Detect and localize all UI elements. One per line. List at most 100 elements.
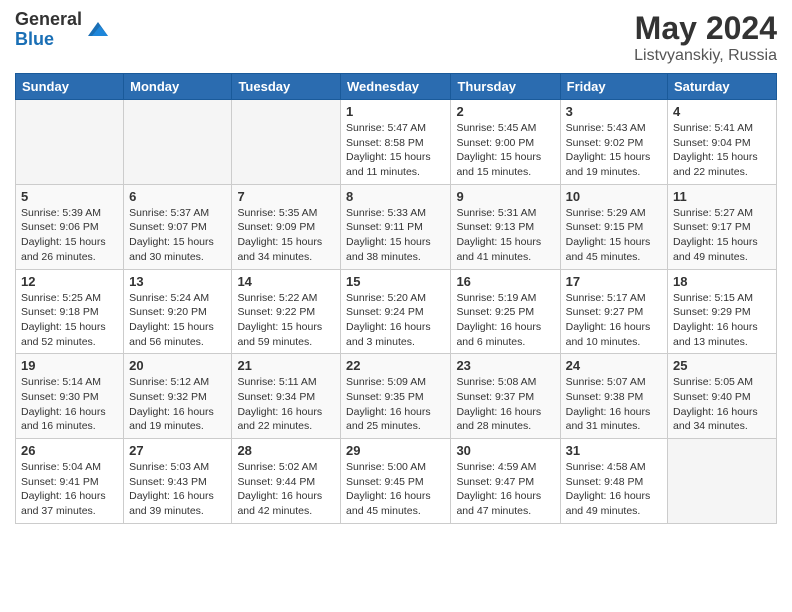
calendar-cell: 8Sunrise: 5:33 AM Sunset: 9:11 PM Daylig… <box>341 184 451 269</box>
day-number: 22 <box>346 358 445 373</box>
day-info: Sunrise: 5:20 AM Sunset: 9:24 PM Dayligh… <box>346 291 445 350</box>
calendar-cell: 17Sunrise: 5:17 AM Sunset: 9:27 PM Dayli… <box>560 269 667 354</box>
day-number: 25 <box>673 358 771 373</box>
calendar-cell: 27Sunrise: 5:03 AM Sunset: 9:43 PM Dayli… <box>124 439 232 524</box>
logo-icon <box>86 18 110 42</box>
day-info: Sunrise: 5:35 AM Sunset: 9:09 PM Dayligh… <box>237 206 335 265</box>
calendar-cell <box>668 439 777 524</box>
day-number: 16 <box>456 274 554 289</box>
calendar-cell: 24Sunrise: 5:07 AM Sunset: 9:38 PM Dayli… <box>560 354 667 439</box>
title-block: May 2024 Listvyanskiy, Russia <box>634 10 777 65</box>
day-info: Sunrise: 5:05 AM Sunset: 9:40 PM Dayligh… <box>673 375 771 434</box>
calendar-cell: 4Sunrise: 5:41 AM Sunset: 9:04 PM Daylig… <box>668 100 777 185</box>
calendar-cell: 18 Sunrise: 5:15 AM Sunset: 9:29 PM Dayli… <box>668 269 777 354</box>
day-number: 9 <box>456 189 554 204</box>
calendar-cell: 5 Sunrise: 5:39 AM Sunset: 9:06 PM Daylig… <box>16 184 124 269</box>
calendar-cell: 16 Sunrise: 5:19 AM Sunset: 9:25 PM Dayli… <box>451 269 560 354</box>
day-number: 15 <box>346 274 445 289</box>
day-header-sunday: Sunday <box>16 74 124 100</box>
day-info: Sunrise: 4:58 AM Sunset: 9:48 PM Dayligh… <box>566 460 662 519</box>
calendar-cell: 29Sunrise: 5:00 AM Sunset: 9:45 PM Dayli… <box>341 439 451 524</box>
calendar-week-1: 1 Sunrise: 5:47 AM Sunset: 8:58 PM Daylig… <box>16 100 777 185</box>
day-info: Sunrise: 5:31 AM Sunset: 9:13 PM Dayligh… <box>456 206 554 265</box>
day-info: Sunrise: 5:08 AM Sunset: 9:37 PM Dayligh… <box>456 375 554 434</box>
calendar-cell: 7Sunrise: 5:35 AM Sunset: 9:09 PM Daylig… <box>232 184 341 269</box>
header: General Blue May 2024 Listvyanskiy, Russ… <box>15 10 777 65</box>
day-info: Sunrise: 5:12 AM Sunset: 9:32 PM Dayligh… <box>129 375 226 434</box>
day-number: 23 <box>456 358 554 373</box>
calendar-cell: 15 Sunrise: 5:20 AM Sunset: 9:24 PM Dayli… <box>341 269 451 354</box>
month-year: May 2024 <box>634 10 777 47</box>
day-number: 26 <box>21 443 118 458</box>
calendar-cell: 25 Sunrise: 5:05 AM Sunset: 9:40 PM Dayli… <box>668 354 777 439</box>
day-info: Sunrise: 5:15 AM Sunset: 9:29 PM Dayligh… <box>673 291 771 350</box>
day-number: 27 <box>129 443 226 458</box>
calendar-cell: 1 Sunrise: 5:47 AM Sunset: 8:58 PM Daylig… <box>341 100 451 185</box>
day-info: Sunrise: 5:27 AM Sunset: 9:17 PM Dayligh… <box>673 206 771 265</box>
calendar-cell: 21 Sunrise: 5:11 AM Sunset: 9:34 PM Dayli… <box>232 354 341 439</box>
day-number: 13 <box>129 274 226 289</box>
calendar-cell: 19 Sunrise: 5:14 AM Sunset: 9:30 PM Dayli… <box>16 354 124 439</box>
calendar-cell: 30 Sunrise: 4:59 AM Sunset: 9:47 PM Dayli… <box>451 439 560 524</box>
day-number: 1 <box>346 104 445 119</box>
logo-text: General Blue <box>15 10 82 50</box>
day-info: Sunrise: 5:45 AM Sunset: 9:00 PM Dayligh… <box>456 121 554 180</box>
day-number: 20 <box>129 358 226 373</box>
day-number: 21 <box>237 358 335 373</box>
day-header-friday: Friday <box>560 74 667 100</box>
calendar-cell: 14 Sunrise: 5:22 AM Sunset: 9:22 PM Dayli… <box>232 269 341 354</box>
day-number: 18 <box>673 274 771 289</box>
day-info: Sunrise: 5:29 AM Sunset: 9:15 PM Dayligh… <box>566 206 662 265</box>
calendar-week-3: 12Sunrise: 5:25 AM Sunset: 9:18 PM Dayli… <box>16 269 777 354</box>
day-header-saturday: Saturday <box>668 74 777 100</box>
day-number: 3 <box>566 104 662 119</box>
day-number: 4 <box>673 104 771 119</box>
day-info: Sunrise: 4:59 AM Sunset: 9:47 PM Dayligh… <box>456 460 554 519</box>
location: Listvyanskiy, Russia <box>634 47 777 65</box>
logo-general: General <box>15 10 82 30</box>
day-number: 2 <box>456 104 554 119</box>
day-info: Sunrise: 5:11 AM Sunset: 9:34 PM Dayligh… <box>237 375 335 434</box>
day-info: Sunrise: 5:19 AM Sunset: 9:25 PM Dayligh… <box>456 291 554 350</box>
logo: General Blue <box>15 10 110 50</box>
day-header-tuesday: Tuesday <box>232 74 341 100</box>
calendar-cell <box>232 100 341 185</box>
calendar-cell: 9 Sunrise: 5:31 AM Sunset: 9:13 PM Daylig… <box>451 184 560 269</box>
calendar-table: SundayMondayTuesdayWednesdayThursdayFrid… <box>15 73 777 524</box>
day-info: Sunrise: 5:17 AM Sunset: 9:27 PM Dayligh… <box>566 291 662 350</box>
day-header-wednesday: Wednesday <box>341 74 451 100</box>
day-info: Sunrise: 5:39 AM Sunset: 9:06 PM Dayligh… <box>21 206 118 265</box>
day-number: 30 <box>456 443 554 458</box>
day-number: 6 <box>129 189 226 204</box>
calendar-cell: 20 Sunrise: 5:12 AM Sunset: 9:32 PM Dayli… <box>124 354 232 439</box>
calendar-cell: 3 Sunrise: 5:43 AM Sunset: 9:02 PM Daylig… <box>560 100 667 185</box>
day-number: 31 <box>566 443 662 458</box>
calendar-cell: 11 Sunrise: 5:27 AM Sunset: 9:17 PM Dayli… <box>668 184 777 269</box>
calendar-cell: 26Sunrise: 5:04 AM Sunset: 9:41 PM Dayli… <box>16 439 124 524</box>
calendar-cell: 23 Sunrise: 5:08 AM Sunset: 9:37 PM Dayli… <box>451 354 560 439</box>
calendar-week-2: 5 Sunrise: 5:39 AM Sunset: 9:06 PM Daylig… <box>16 184 777 269</box>
day-number: 11 <box>673 189 771 204</box>
day-header-monday: Monday <box>124 74 232 100</box>
day-number: 8 <box>346 189 445 204</box>
day-info: Sunrise: 5:14 AM Sunset: 9:30 PM Dayligh… <box>21 375 118 434</box>
day-number: 10 <box>566 189 662 204</box>
day-info: Sunrise: 5:24 AM Sunset: 9:20 PM Dayligh… <box>129 291 226 350</box>
day-number: 24 <box>566 358 662 373</box>
day-info: Sunrise: 5:09 AM Sunset: 9:35 PM Dayligh… <box>346 375 445 434</box>
page: General Blue May 2024 Listvyanskiy, Russ… <box>0 0 792 539</box>
day-info: Sunrise: 5:47 AM Sunset: 8:58 PM Dayligh… <box>346 121 445 180</box>
day-number: 29 <box>346 443 445 458</box>
day-info: Sunrise: 5:02 AM Sunset: 9:44 PM Dayligh… <box>237 460 335 519</box>
calendar-cell: 28Sunrise: 5:02 AM Sunset: 9:44 PM Dayli… <box>232 439 341 524</box>
day-info: Sunrise: 5:43 AM Sunset: 9:02 PM Dayligh… <box>566 121 662 180</box>
day-number: 14 <box>237 274 335 289</box>
calendar-cell: 31 Sunrise: 4:58 AM Sunset: 9:48 PM Dayli… <box>560 439 667 524</box>
day-info: Sunrise: 5:25 AM Sunset: 9:18 PM Dayligh… <box>21 291 118 350</box>
day-number: 5 <box>21 189 118 204</box>
day-info: Sunrise: 5:22 AM Sunset: 9:22 PM Dayligh… <box>237 291 335 350</box>
day-number: 19 <box>21 358 118 373</box>
calendar-week-5: 26Sunrise: 5:04 AM Sunset: 9:41 PM Dayli… <box>16 439 777 524</box>
calendar-cell: 13 Sunrise: 5:24 AM Sunset: 9:20 PM Dayli… <box>124 269 232 354</box>
calendar-cell: 10 Sunrise: 5:29 AM Sunset: 9:15 PM Dayli… <box>560 184 667 269</box>
